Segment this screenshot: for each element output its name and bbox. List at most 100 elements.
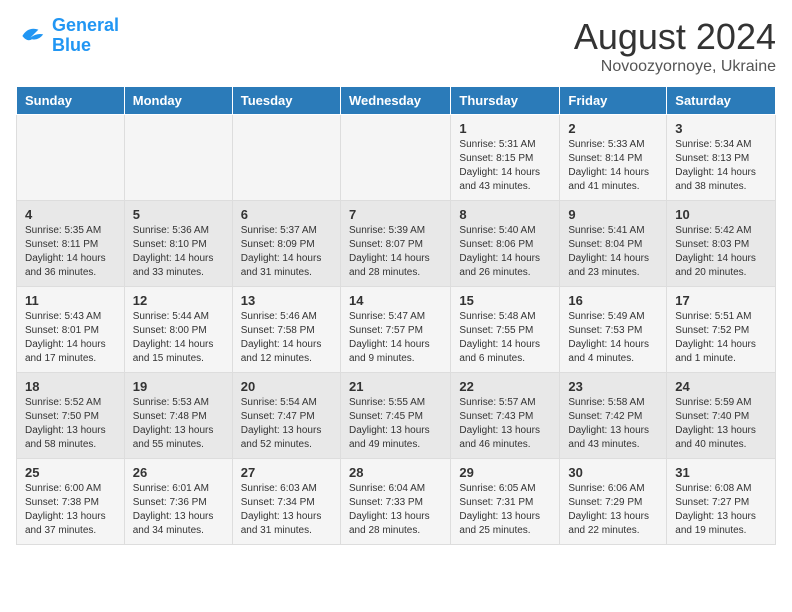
- logo-icon: [16, 20, 48, 52]
- day-info: Sunrise: 5:47 AMSunset: 7:57 PMDaylight:…: [349, 310, 442, 366]
- calendar-cell: [232, 115, 340, 201]
- calendar-table: SundayMondayTuesdayWednesdayThursdayFrid…: [16, 86, 776, 545]
- day-info: Sunrise: 5:57 AMSunset: 7:43 PMDaylight:…: [459, 396, 551, 452]
- day-number: 22: [459, 379, 551, 394]
- day-info: Sunrise: 5:37 AMSunset: 8:09 PMDaylight:…: [241, 224, 332, 280]
- calendar-header-row: SundayMondayTuesdayWednesdayThursdayFrid…: [17, 87, 776, 115]
- day-number: 16: [568, 293, 658, 308]
- day-info: Sunrise: 6:01 AMSunset: 7:36 PMDaylight:…: [133, 482, 224, 538]
- day-number: 15: [459, 293, 551, 308]
- calendar-cell: 31 Sunrise: 6:08 AMSunset: 7:27 PMDayligh…: [667, 459, 776, 545]
- calendar-cell: 23 Sunrise: 5:58 AMSunset: 7:42 PMDayligh…: [560, 373, 667, 459]
- day-info: Sunrise: 5:36 AMSunset: 8:10 PMDaylight:…: [133, 224, 224, 280]
- day-info: Sunrise: 5:35 AMSunset: 8:11 PMDaylight:…: [25, 224, 116, 280]
- day-number: 23: [568, 379, 658, 394]
- day-number: 18: [25, 379, 116, 394]
- page-subtitle: Novoozyornoye, Ukraine: [574, 58, 776, 76]
- day-info: Sunrise: 6:03 AMSunset: 7:34 PMDaylight:…: [241, 482, 332, 538]
- calendar-cell: 19Sunrise: 5:53 AMSunset: 7:48 PMDayligh…: [124, 373, 232, 459]
- calendar-week-row: 4 Sunrise: 5:35 AMSunset: 8:11 PMDaylight…: [17, 201, 776, 287]
- day-number: 11: [25, 293, 116, 308]
- calendar-cell: 24 Sunrise: 5:59 AMSunset: 7:40 PMDayligh…: [667, 373, 776, 459]
- calendar-cell: 10 Sunrise: 5:42 AMSunset: 8:03 PMDayligh…: [667, 201, 776, 287]
- day-number: 13: [241, 293, 332, 308]
- day-info: Sunrise: 5:39 AMSunset: 8:07 PMDaylight:…: [349, 224, 442, 280]
- day-info: Sunrise: 5:34 AMSunset: 8:13 PMDaylight:…: [675, 138, 767, 194]
- day-number: 8: [459, 207, 551, 222]
- day-info: Sunrise: 5:51 AMSunset: 7:52 PMDaylight:…: [675, 310, 767, 366]
- calendar-header-sunday: Sunday: [17, 87, 125, 115]
- day-number: 1: [459, 121, 551, 136]
- day-number: 2: [568, 121, 658, 136]
- day-number: 9: [568, 207, 658, 222]
- day-number: 26: [133, 465, 224, 480]
- day-number: 24: [675, 379, 767, 394]
- calendar-cell: 16 Sunrise: 5:49 AMSunset: 7:53 PMDayligh…: [560, 287, 667, 373]
- day-info: Sunrise: 5:42 AMSunset: 8:03 PMDaylight:…: [675, 224, 767, 280]
- day-number: 31: [675, 465, 767, 480]
- day-info: Sunrise: 5:59 AMSunset: 7:40 PMDaylight:…: [675, 396, 767, 452]
- calendar-header-monday: Monday: [124, 87, 232, 115]
- calendar-week-row: 11 Sunrise: 5:43 AMSunset: 8:01 PMDayligh…: [17, 287, 776, 373]
- title-block: August 2024 Novoozyornoye, Ukraine: [574, 16, 776, 76]
- calendar-cell: 7 Sunrise: 5:39 AMSunset: 8:07 PMDaylight…: [340, 201, 450, 287]
- calendar-week-row: 25 Sunrise: 6:00 AMSunset: 7:38 PMDayligh…: [17, 459, 776, 545]
- calendar-cell: 2Sunrise: 5:33 AMSunset: 8:14 PMDaylight…: [560, 115, 667, 201]
- logo: General Blue: [16, 16, 119, 56]
- calendar-cell: [340, 115, 450, 201]
- day-number: 10: [675, 207, 767, 222]
- day-info: Sunrise: 5:31 AMSunset: 8:15 PMDaylight:…: [459, 138, 551, 194]
- day-info: Sunrise: 6:04 AMSunset: 7:33 PMDaylight:…: [349, 482, 442, 538]
- calendar-cell: 18 Sunrise: 5:52 AMSunset: 7:50 PMDayligh…: [17, 373, 125, 459]
- day-info: Sunrise: 6:05 AMSunset: 7:31 PMDaylight:…: [459, 482, 551, 538]
- calendar-cell: 26 Sunrise: 6:01 AMSunset: 7:36 PMDayligh…: [124, 459, 232, 545]
- day-number: 4: [25, 207, 116, 222]
- day-info: Sunrise: 5:53 AMSunset: 7:48 PMDaylight:…: [133, 396, 224, 452]
- day-number: 27: [241, 465, 332, 480]
- calendar-cell: 21 Sunrise: 5:55 AMSunset: 7:45 PMDayligh…: [340, 373, 450, 459]
- page-header: General Blue August 2024 Novoozyornoye, …: [16, 16, 776, 76]
- calendar-header-friday: Friday: [560, 87, 667, 115]
- day-info: Sunrise: 5:55 AMSunset: 7:45 PMDaylight:…: [349, 396, 442, 452]
- calendar-cell: 30 Sunrise: 6:06 AMSunset: 7:29 PMDayligh…: [560, 459, 667, 545]
- calendar-cell: 28 Sunrise: 6:04 AMSunset: 7:33 PMDayligh…: [340, 459, 450, 545]
- calendar-cell: 12Sunrise: 5:44 AMSunset: 8:00 PMDayligh…: [124, 287, 232, 373]
- calendar-cell: 13Sunrise: 5:46 AMSunset: 7:58 PMDayligh…: [232, 287, 340, 373]
- day-info: Sunrise: 6:00 AMSunset: 7:38 PMDaylight:…: [25, 482, 116, 538]
- day-number: 29: [459, 465, 551, 480]
- calendar-cell: 25 Sunrise: 6:00 AMSunset: 7:38 PMDayligh…: [17, 459, 125, 545]
- calendar-cell: 11 Sunrise: 5:43 AMSunset: 8:01 PMDayligh…: [17, 287, 125, 373]
- calendar-cell: [17, 115, 125, 201]
- day-info: Sunrise: 5:49 AMSunset: 7:53 PMDaylight:…: [568, 310, 658, 366]
- day-info: Sunrise: 5:52 AMSunset: 7:50 PMDaylight:…: [25, 396, 116, 452]
- calendar-week-row: 1 Sunrise: 5:31 AMSunset: 8:15 PMDaylight…: [17, 115, 776, 201]
- calendar-cell: 20 Sunrise: 5:54 AMSunset: 7:47 PMDayligh…: [232, 373, 340, 459]
- day-number: 30: [568, 465, 658, 480]
- day-number: 7: [349, 207, 442, 222]
- day-number: 25: [25, 465, 116, 480]
- day-info: Sunrise: 6:06 AMSunset: 7:29 PMDaylight:…: [568, 482, 658, 538]
- calendar-cell: 29 Sunrise: 6:05 AMSunset: 7:31 PMDayligh…: [451, 459, 560, 545]
- day-info: Sunrise: 5:44 AMSunset: 8:00 PMDaylight:…: [133, 310, 224, 366]
- day-number: 21: [349, 379, 442, 394]
- day-info: Sunrise: 6:08 AMSunset: 7:27 PMDaylight:…: [675, 482, 767, 538]
- calendar-header-wednesday: Wednesday: [340, 87, 450, 115]
- day-number: 3: [675, 121, 767, 136]
- calendar-cell: 15Sunrise: 5:48 AMSunset: 7:55 PMDayligh…: [451, 287, 560, 373]
- day-number: 28: [349, 465, 442, 480]
- logo-text: General Blue: [52, 16, 119, 56]
- calendar-cell: 9Sunrise: 5:41 AMSunset: 8:04 PMDaylight…: [560, 201, 667, 287]
- day-number: 20: [241, 379, 332, 394]
- calendar-header-thursday: Thursday: [451, 87, 560, 115]
- day-info: Sunrise: 5:58 AMSunset: 7:42 PMDaylight:…: [568, 396, 658, 452]
- page-title: August 2024: [574, 16, 776, 58]
- day-info: Sunrise: 5:54 AMSunset: 7:47 PMDaylight:…: [241, 396, 332, 452]
- calendar-header-tuesday: Tuesday: [232, 87, 340, 115]
- day-number: 17: [675, 293, 767, 308]
- calendar-cell: [124, 115, 232, 201]
- day-number: 14: [349, 293, 442, 308]
- day-info: Sunrise: 5:43 AMSunset: 8:01 PMDaylight:…: [25, 310, 116, 366]
- calendar-cell: 4 Sunrise: 5:35 AMSunset: 8:11 PMDaylight…: [17, 201, 125, 287]
- calendar-cell: 8Sunrise: 5:40 AMSunset: 8:06 PMDaylight…: [451, 201, 560, 287]
- day-number: 6: [241, 207, 332, 222]
